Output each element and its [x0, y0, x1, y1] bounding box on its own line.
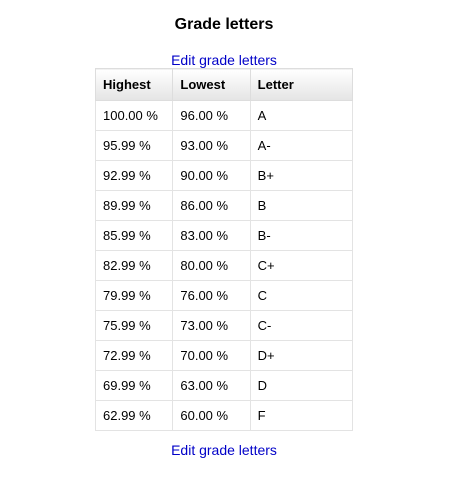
cell-highest: 75.99 %	[94, 310, 174, 341]
cell-letter: B+	[249, 160, 354, 191]
cell-lowest: 70.00 %	[172, 340, 251, 371]
cell-lowest: 86.00 %	[172, 190, 251, 221]
cell-highest: 82.99 %	[94, 250, 174, 281]
cell-letter: A	[249, 100, 354, 131]
cell-letter: D+	[249, 340, 354, 371]
cell-lowest: 76.00 %	[172, 280, 251, 311]
table-row: 72.99 % 70.00 % D+	[94, 340, 354, 371]
cell-highest: 69.99 %	[94, 370, 174, 401]
grade-letters-table: Highest Lowest Letter 100.00 % 96.00 % A…	[94, 68, 354, 431]
edit-grade-letters-link-top[interactable]: Edit grade letters	[0, 51, 448, 69]
header-highest: Highest	[94, 68, 174, 101]
header-letter: Letter	[249, 68, 354, 101]
table-row: 62.99 % 60.00 % F	[94, 400, 354, 431]
cell-lowest: 93.00 %	[172, 130, 251, 161]
cell-lowest: 80.00 %	[172, 250, 251, 281]
table-row: 69.99 % 63.00 % D	[94, 370, 354, 401]
table-row: 75.99 % 73.00 % C-	[94, 310, 354, 341]
table-header-row: Highest Lowest Letter	[94, 68, 354, 101]
table-body: 100.00 % 96.00 % A 95.99 % 93.00 % A- 92…	[94, 100, 354, 431]
table-row: 92.99 % 90.00 % B+	[94, 160, 354, 191]
cell-highest: 89.99 %	[94, 190, 174, 221]
cell-lowest: 83.00 %	[172, 220, 251, 251]
cell-highest: 92.99 %	[94, 160, 174, 191]
cell-highest: 85.99 %	[94, 220, 174, 251]
grade-letters-page: Grade letters Edit grade letters Highest…	[0, 0, 458, 497]
table-row: 95.99 % 93.00 % A-	[94, 130, 354, 161]
cell-highest: 100.00 %	[94, 100, 174, 131]
cell-letter: C+	[249, 250, 354, 281]
cell-letter: D	[249, 370, 354, 401]
table-row: 85.99 % 83.00 % B-	[94, 220, 354, 251]
cell-highest: 62.99 %	[94, 400, 174, 431]
cell-letter: B-	[249, 220, 354, 251]
cell-letter: F	[249, 400, 354, 431]
cell-lowest: 73.00 %	[172, 310, 251, 341]
cell-lowest: 96.00 %	[172, 100, 251, 131]
cell-lowest: 60.00 %	[172, 400, 251, 431]
table-row: 79.99 % 76.00 % C	[94, 280, 354, 311]
cell-letter: B	[249, 190, 354, 221]
page-title: Grade letters	[174, 16, 274, 33]
cell-lowest: 63.00 %	[172, 370, 251, 401]
cell-highest: 79.99 %	[94, 280, 174, 311]
cell-highest: 72.99 %	[94, 340, 174, 371]
table-row: 82.99 % 80.00 % C+	[94, 250, 354, 281]
cell-letter: C	[249, 280, 354, 311]
table-row: 89.99 % 86.00 % B	[94, 190, 354, 221]
edit-grade-letters-link-bottom[interactable]: Edit grade letters	[0, 441, 448, 459]
cell-letter: A-	[249, 130, 354, 161]
table-row: 100.00 % 96.00 % A	[94, 100, 354, 131]
header-lowest: Lowest	[172, 68, 251, 101]
cell-letter: C-	[249, 310, 354, 341]
cell-highest: 95.99 %	[94, 130, 174, 161]
cell-lowest: 90.00 %	[172, 160, 251, 191]
